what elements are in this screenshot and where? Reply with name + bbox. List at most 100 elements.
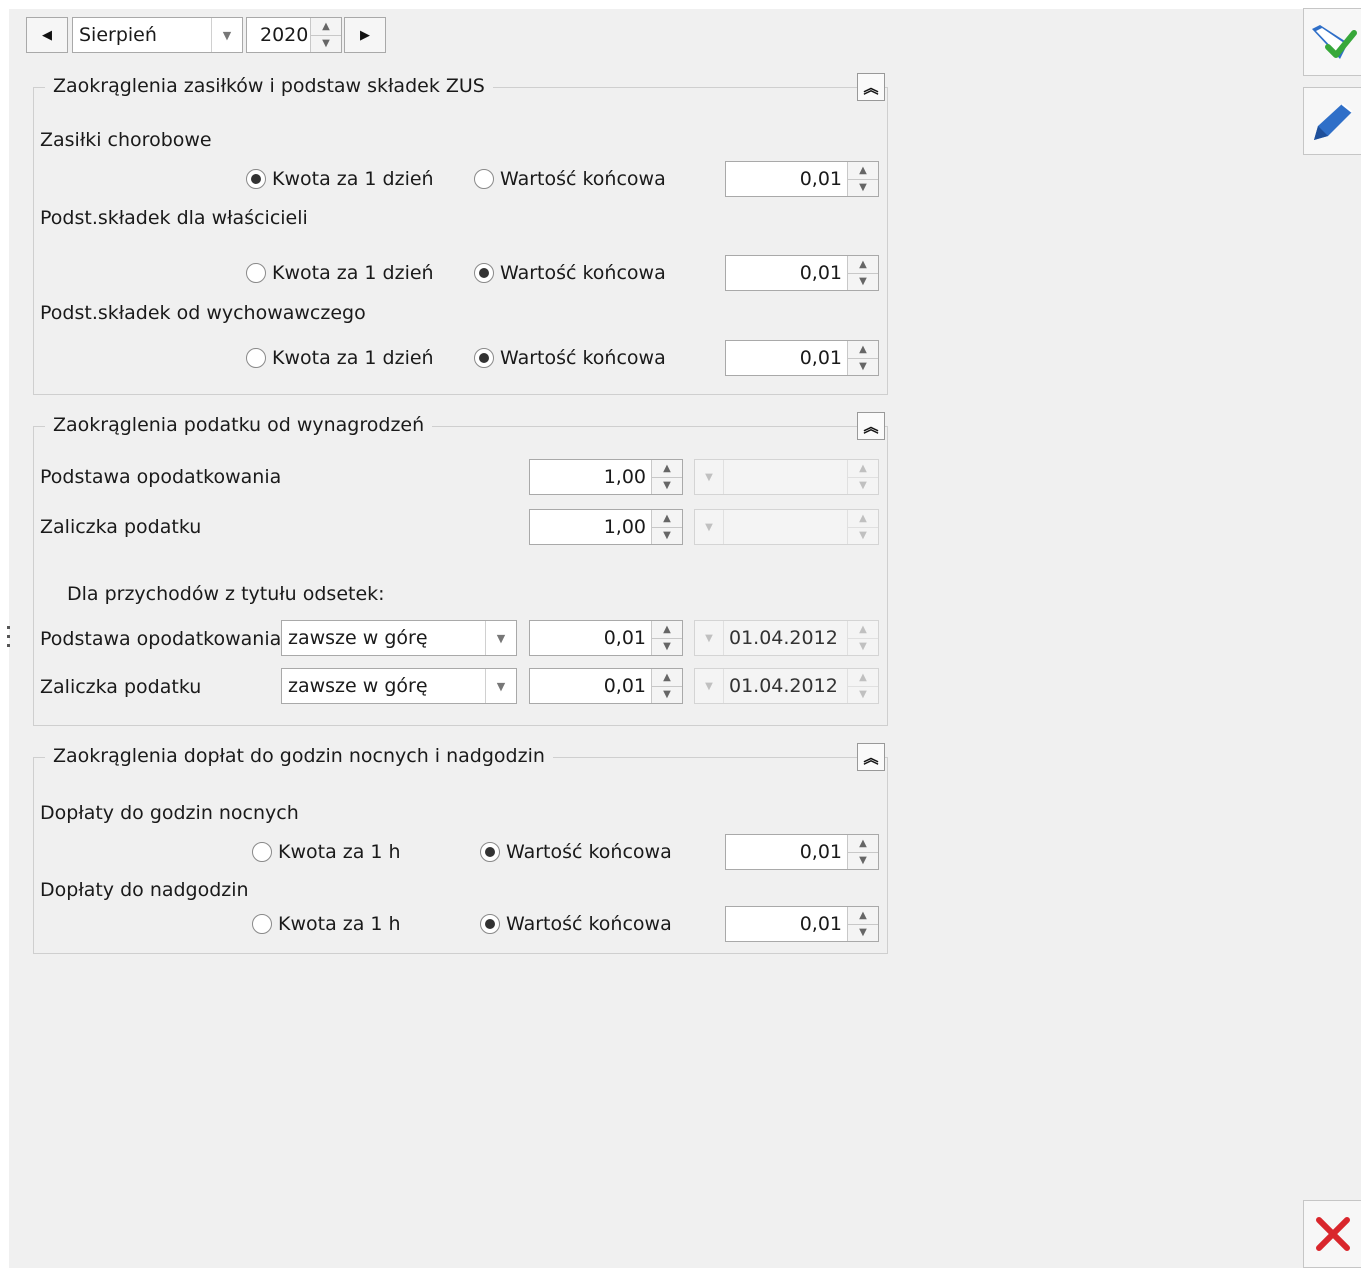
night-row-1-final-value-radio[interactable]: Wartość końcowa bbox=[480, 913, 672, 935]
collapse-tax-button[interactable]: ︽ bbox=[857, 412, 885, 440]
spin-down-icon[interactable]: ▼ bbox=[848, 852, 878, 869]
stepper-value: 0,01 bbox=[799, 913, 842, 935]
zus-row-2-per-day-radio[interactable]: Kwota za 1 dzień bbox=[246, 347, 434, 369]
zus-row-0-value-stepper[interactable]: 0,01 ▲ ▼ bbox=[725, 161, 879, 197]
spin-buttons[interactable]: ▲ ▼ bbox=[847, 341, 878, 375]
splitter-grip-icon[interactable] bbox=[7, 626, 11, 650]
zus-row-0-label: Zasiłki chorobowe bbox=[40, 129, 212, 151]
interest-row-1-value-stepper[interactable]: 0,01 ▲ ▼ bbox=[529, 668, 683, 704]
zus-row-2-label: Podst.składek od wychowawczego bbox=[40, 302, 366, 324]
night-row-0-per-hour-radio[interactable]: Kwota za 1 h bbox=[252, 841, 401, 863]
radio-unselected-icon bbox=[252, 842, 272, 862]
radio-label: Kwota za 1 dzień bbox=[272, 262, 434, 284]
previous-month-button[interactable]: ◀ bbox=[26, 17, 68, 53]
spin-down-icon: ▼ bbox=[859, 689, 867, 700]
edit-button[interactable] bbox=[1303, 87, 1361, 155]
chevron-down-icon[interactable]: ▼ bbox=[211, 18, 242, 52]
select-value: zawsze w górę bbox=[288, 627, 428, 649]
year-stepper[interactable]: 2020 ▲ ▼ bbox=[246, 17, 342, 53]
spin-down-icon[interactable]: ▼ bbox=[652, 638, 682, 655]
radio-selected-icon bbox=[246, 169, 266, 189]
night-row-1-per-hour-radio[interactable]: Kwota za 1 h bbox=[252, 913, 401, 935]
spin-buttons[interactable]: ▲ ▼ bbox=[847, 835, 878, 869]
zus-row-0-final-value-radio[interactable]: Wartość końcowa bbox=[474, 168, 666, 190]
next-month-button[interactable]: ▶ bbox=[344, 17, 386, 53]
radio-label: Kwota za 1 dzień bbox=[272, 347, 434, 369]
chevron-down-icon: ▼ bbox=[695, 621, 724, 655]
month-select[interactable]: Sierpień ▼ bbox=[72, 17, 243, 53]
year-spin-buttons[interactable]: ▲ ▼ bbox=[310, 18, 341, 52]
spin-up-icon[interactable]: ▲ bbox=[848, 162, 878, 180]
zus-row-1-final-value-radio[interactable]: Wartość końcowa bbox=[474, 262, 666, 284]
spin-down-icon[interactable]: ▼ bbox=[848, 273, 878, 290]
zus-group-title: Zaokrąglenia zasiłków i podstaw składek … bbox=[45, 75, 493, 97]
radio-unselected-icon bbox=[246, 348, 266, 368]
spin-up-icon: ▲ bbox=[848, 510, 878, 528]
spin-up-icon[interactable]: ▲ bbox=[848, 256, 878, 274]
close-button[interactable] bbox=[1303, 1200, 1361, 1268]
tax-row-0-date-field: ▼ ▲ ▼ bbox=[694, 459, 879, 495]
spin-down-icon[interactable]: ▼ bbox=[652, 686, 682, 703]
spin-buttons[interactable]: ▲ ▼ bbox=[651, 510, 682, 544]
radio-selected-icon bbox=[474, 263, 494, 283]
spin-buttons[interactable]: ▲ ▼ bbox=[847, 907, 878, 941]
spin-up-icon[interactable]: ▲ bbox=[652, 460, 682, 478]
night-row-1-value-stepper[interactable]: 0,01 ▲ ▼ bbox=[725, 906, 879, 942]
interest-row-0-mode-select[interactable]: zawsze w górę ▼ bbox=[281, 620, 517, 656]
close-x-icon bbox=[1315, 1217, 1350, 1251]
tax-group-title: Zaokrąglenia podatku od wynagrodzeń bbox=[45, 414, 433, 436]
spin-buttons[interactable]: ▲ ▼ bbox=[651, 621, 682, 655]
zus-row-2-value-stepper[interactable]: 0,01 ▲ ▼ bbox=[725, 340, 879, 376]
spin-up-icon[interactable]: ▲ bbox=[848, 835, 878, 853]
spin-down-icon[interactable]: ▼ bbox=[311, 35, 341, 52]
spin-up-icon[interactable]: ▲ bbox=[652, 621, 682, 639]
spin-up-icon[interactable]: ▲ bbox=[652, 510, 682, 528]
save-button[interactable] bbox=[1303, 8, 1361, 76]
spin-up-icon: ▲ bbox=[848, 460, 878, 478]
zus-row-0-per-day-radio[interactable]: Kwota za 1 dzień bbox=[246, 168, 434, 190]
interest-row-1-mode-select[interactable]: zawsze w górę ▼ bbox=[281, 668, 517, 704]
spin-up-icon[interactable]: ▲ bbox=[652, 669, 682, 687]
spin-down-icon: ▼ bbox=[859, 641, 867, 652]
collapse-night-button[interactable]: ︽ bbox=[857, 743, 885, 771]
spin-buttons[interactable]: ▲ ▼ bbox=[651, 460, 682, 494]
month-value: Sierpień bbox=[79, 24, 157, 46]
select-value: zawsze w górę bbox=[288, 675, 428, 697]
tax-row-1-label: Zaliczka podatku bbox=[40, 516, 202, 538]
spin-down-icon[interactable]: ▼ bbox=[652, 527, 682, 544]
spin-down-icon[interactable]: ▼ bbox=[652, 477, 682, 494]
night-row-0-final-value-radio[interactable]: Wartość końcowa bbox=[480, 841, 672, 863]
double-chevron-up-icon: ︽ bbox=[863, 78, 879, 97]
zus-row-1-value-stepper[interactable]: 0,01 ▲ ▼ bbox=[725, 255, 879, 291]
interest-row-0-value-stepper[interactable]: 0,01 ▲ ▼ bbox=[529, 620, 683, 656]
collapse-zus-button[interactable]: ︽ bbox=[857, 73, 885, 101]
spin-down-icon[interactable]: ▼ bbox=[848, 358, 878, 375]
radio-label: Kwota za 1 h bbox=[278, 841, 401, 863]
chevron-down-icon[interactable]: ▼ bbox=[485, 669, 516, 703]
spin-up-icon: ▲ bbox=[848, 621, 878, 639]
spin-down-icon: ▼ bbox=[859, 530, 867, 541]
spin-up-icon[interactable]: ▲ bbox=[848, 907, 878, 925]
tax-row-0-value-stepper[interactable]: 1,00 ▲ ▼ bbox=[529, 459, 683, 495]
radio-unselected-icon bbox=[246, 263, 266, 283]
spin-up-icon[interactable]: ▲ bbox=[311, 18, 341, 36]
zus-row-2-final-value-radio[interactable]: Wartość końcowa bbox=[474, 347, 666, 369]
night-row-0-value-stepper[interactable]: 0,01 ▲ ▼ bbox=[725, 834, 879, 870]
spin-up-icon: ▲ bbox=[848, 669, 878, 687]
spin-buttons[interactable]: ▲ ▼ bbox=[847, 256, 878, 290]
spin-up-icon[interactable]: ▲ bbox=[848, 341, 878, 359]
radio-unselected-icon bbox=[252, 914, 272, 934]
radio-selected-icon bbox=[474, 348, 494, 368]
double-chevron-up-icon: ︽ bbox=[863, 417, 879, 436]
spin-buttons: ▲ ▼ bbox=[847, 460, 878, 494]
spin-down-icon[interactable]: ▼ bbox=[848, 924, 878, 941]
tax-row-1-value-stepper[interactable]: 1,00 ▲ ▼ bbox=[529, 509, 683, 545]
zus-row-1-per-day-radio[interactable]: Kwota za 1 dzień bbox=[246, 262, 434, 284]
tax-row-1-date-field: ▼ ▲ ▼ bbox=[694, 509, 879, 545]
chevron-down-icon[interactable]: ▼ bbox=[485, 621, 516, 655]
spin-buttons[interactable]: ▲ ▼ bbox=[847, 162, 878, 196]
stepper-value: 0,01 bbox=[603, 627, 646, 649]
spin-down-icon[interactable]: ▼ bbox=[848, 179, 878, 196]
stepper-value: 0,01 bbox=[799, 841, 842, 863]
spin-buttons[interactable]: ▲ ▼ bbox=[651, 669, 682, 703]
